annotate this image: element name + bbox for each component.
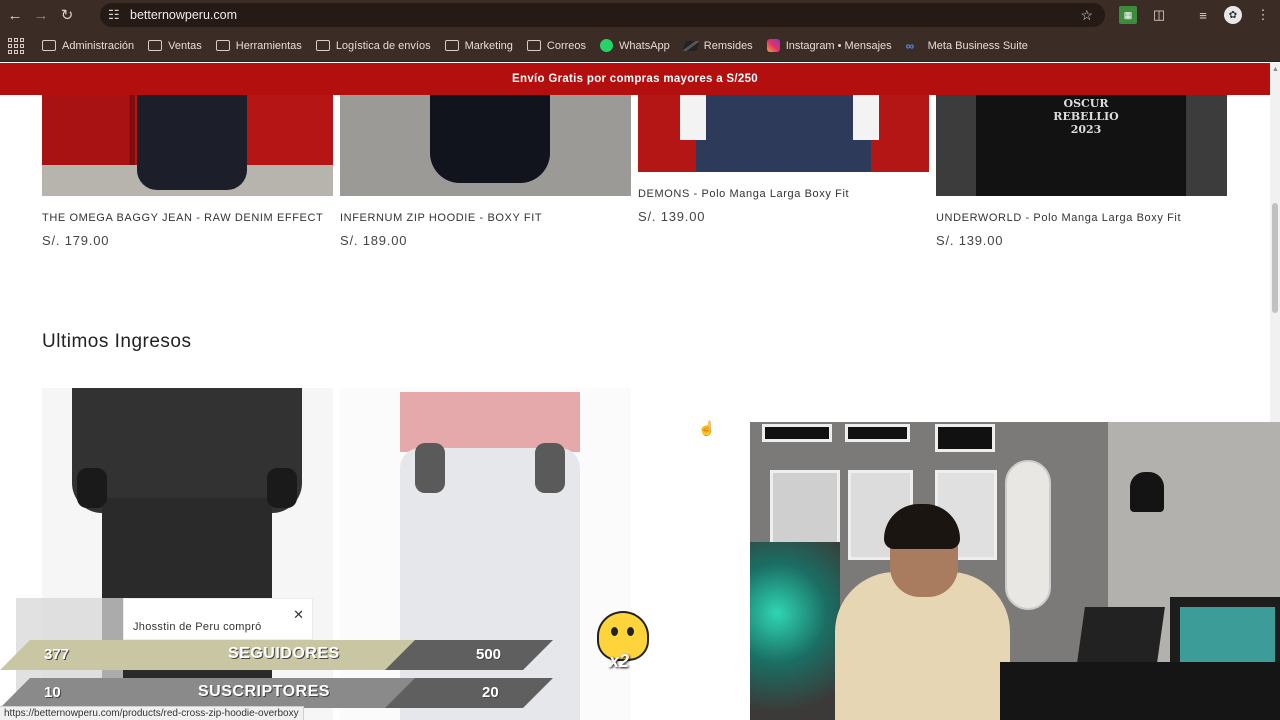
reading-list-icon[interactable]: ≡ [1194,6,1212,24]
bookmark-star-icon[interactable]: ☆ [1080,7,1093,24]
bookmark-correos[interactable]: Correos [526,39,587,52]
instagram-icon [766,39,780,52]
folder-icon [215,40,230,51]
purchase-notification-text: Jhosstin de Peru compró [133,621,262,633]
bookmark-label: Marketing [464,39,513,52]
product-image-demons-polo[interactable] [638,95,929,172]
bookmark-whatsapp[interactable]: WhatsApp [600,39,670,52]
link-status-bar: https://betternowperu.com/products/red-c… [0,706,304,720]
bookmark-label: Herramientas [235,39,302,52]
section-title-new-arrivals: Ultimos Ingresos [42,331,192,352]
bookmark-administracion[interactable]: Administración [42,40,134,52]
bookmark-label: WhatsApp [619,39,670,52]
site-info-icon[interactable]: ☷ [108,7,124,23]
subscribers-label: SUSCRIPTORES [198,683,330,700]
bookmark-marketing[interactable]: Marketing [444,39,513,52]
product-title[interactable]: DEMONS - Polo Manga Larga Boxy Fit [638,188,849,200]
scrollbar-thumb[interactable] [1272,203,1278,313]
whatsapp-icon [600,39,614,52]
profile-avatar-icon[interactable]: ✿ [1224,6,1242,24]
meta-icon: ∞ [905,38,915,53]
product-image-infernum-hoodie[interactable] [340,95,631,196]
emote-multiplier: x2 [609,651,630,671]
forward-icon[interactable]: → [30,4,52,26]
bookmark-instagram[interactable]: Instagram • Mensajes [766,39,892,52]
product-price: S/. 139.00 [638,209,706,224]
followers-label: SEGUIDORES [228,645,340,662]
free-shipping-banner: Envío Gratis por compras mayores a S/250 [0,63,1270,95]
extension-sheets-icon[interactable]: ▦ [1119,6,1137,24]
product-title[interactable]: THE OMEGA BAGGY JEAN - RAW DENIM EFFECT [42,212,323,224]
bookmark-meta-business[interactable]: ∞ Meta Business Suite [906,40,1028,52]
new-arrival-image-red-cross-hoodie[interactable] [340,388,631,720]
folder-icon [148,40,163,51]
folder-icon [526,40,541,51]
subscribers-count: 10 [44,684,61,701]
close-icon[interactable]: ✕ [293,607,304,623]
bookmark-label: Ventas [168,39,202,52]
bookmark-label: Remsides [703,39,753,52]
browser-toolbar: ← → ↻ ☷ betternowperu.com ☆ ▦ ◫ ≡ ✿ ⋮ [0,0,1280,30]
bookmark-label: Meta Business Suite [927,39,1028,52]
subscribers-goal: 20 [482,684,499,701]
menu-kebab-icon[interactable]: ⋮ [1254,6,1272,24]
address-bar[interactable]: ☷ betternowperu.com ☆ [100,3,1105,27]
bookmark-label: Logística de envíos [335,39,431,52]
scroll-up-arrow-icon[interactable]: ▲ [1272,66,1279,73]
bookmark-label: Instagram • Mensajes [785,39,892,52]
streamer-webcam [750,422,1280,720]
hand-cursor-icon: ☝ [698,420,716,436]
product-image-underworld-polo[interactable]: OSCUR REBELLIO 2023 [936,95,1227,196]
reload-icon[interactable]: ↻ [56,4,78,26]
folder-icon [42,40,56,51]
followers-goal: 500 [476,646,502,663]
apps-grid-icon[interactable] [8,37,24,54]
back-icon[interactable]: ← [4,4,26,26]
product-title[interactable]: UNDERWORLD - Polo Manga Larga Boxy Fit [936,212,1181,224]
bee-emote-icon: x2 [597,611,652,671]
product-price: S/. 139.00 [936,233,1004,248]
folder-icon [315,40,330,51]
address-bar-url[interactable]: betternowperu.com [130,8,237,22]
product-price: S/. 179.00 [42,233,110,248]
bookmark-herramientas[interactable]: Herramientas [215,39,302,52]
bookmark-ventas[interactable]: Ventas [148,40,202,52]
product-image-omega-jean[interactable] [42,95,333,196]
bookmarks-bar: Administración Ventas Herramientas Logís… [0,30,1280,62]
bookmark-label: Administración [62,39,135,52]
bookmark-logistica[interactable]: Logística de envíos [315,39,431,52]
remsides-icon [681,40,700,51]
followers-goal-bar: 377 SEGUIDORES 500 [0,640,560,670]
product-title[interactable]: INFERNUM ZIP HOODIE - BOXY FIT [340,212,542,224]
followers-count: 377 [44,646,70,663]
extensions-puzzle-icon[interactable]: ◫ [1150,6,1168,24]
subscribers-goal-bar: 10 SUSCRIPTORES 20 [0,678,560,708]
shirt-print-text: OSCUR REBELLIO 2023 [1053,97,1119,136]
purchase-notification: Jhosstin de Peru compró ✕ [123,598,313,640]
bookmark-remsides[interactable]: Remsides [681,39,753,52]
bookmark-label: Correos [546,39,587,52]
folder-icon [444,40,459,51]
product-price: S/. 189.00 [340,233,408,248]
